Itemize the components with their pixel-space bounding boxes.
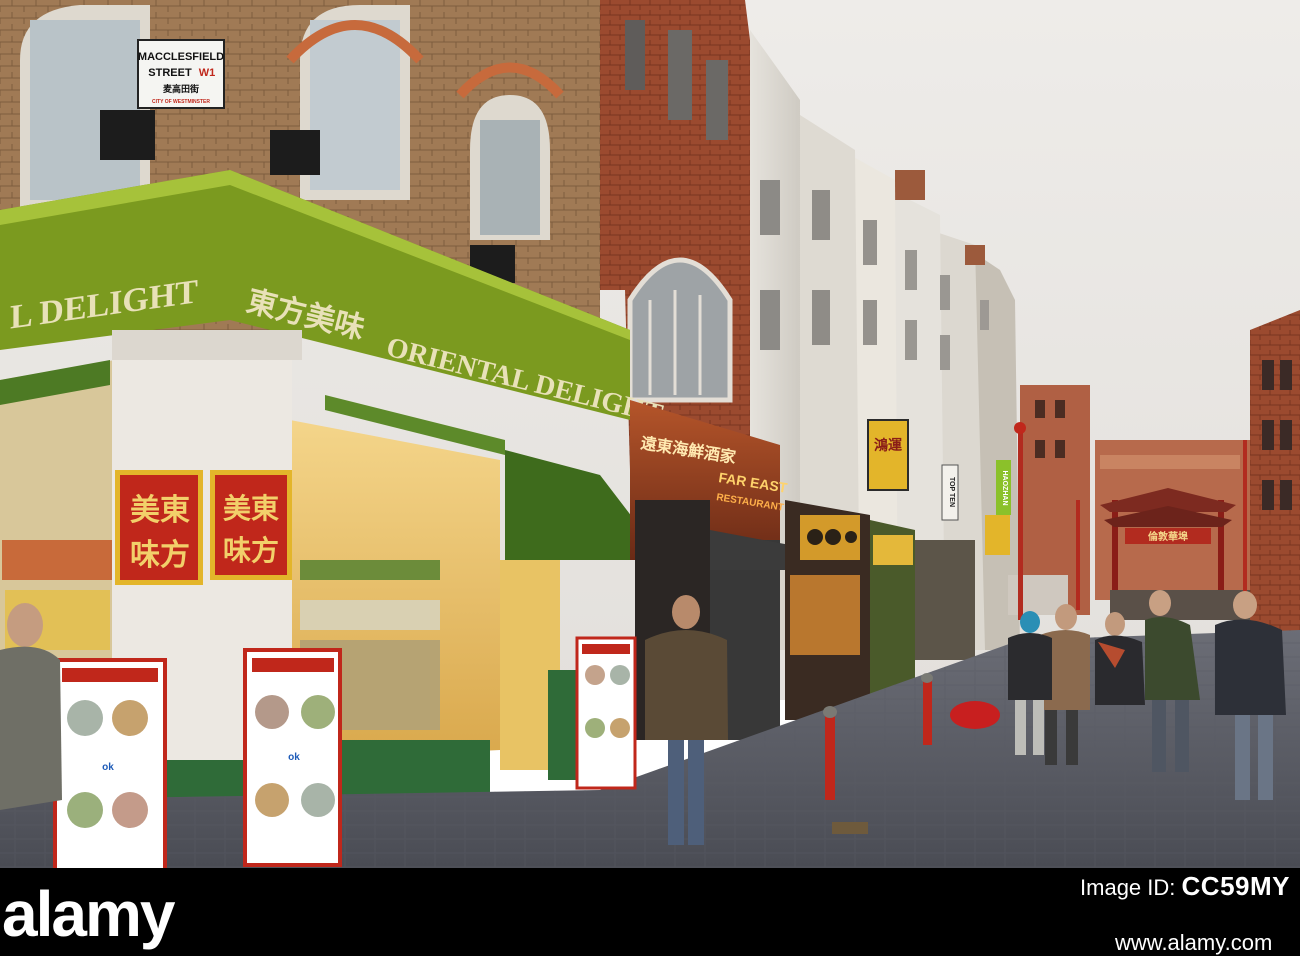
street-sign-line2: STREET bbox=[148, 67, 192, 79]
gumball-machine-3 bbox=[575, 636, 637, 790]
pillar-sign-2: 美東 味方 bbox=[210, 470, 292, 580]
red-bags bbox=[950, 701, 1000, 729]
gumball-brand-2: ok bbox=[288, 752, 300, 763]
hanging-sign-text: 鴻運 bbox=[874, 437, 903, 453]
street-sign: MACCLESFIELD STREET W1 麦高田街 CITY OF WEST… bbox=[137, 39, 225, 109]
pillar-sign-2-col1: 美東 bbox=[223, 493, 279, 524]
gumball-machine-2: ok bbox=[243, 648, 342, 867]
hanging-sign: 鴻運 bbox=[867, 419, 909, 491]
image-id-label: Image ID: bbox=[1080, 875, 1176, 900]
street-sign-line1: MACCLESFIELD bbox=[138, 51, 224, 63]
pillar-sign-1: 美東 味方 bbox=[115, 470, 203, 585]
gate-text: 倫敦華埠 bbox=[1148, 530, 1188, 543]
street-sign-chinese: 麦高田街 bbox=[163, 83, 199, 94]
street-sign-postcode: W1 bbox=[199, 67, 216, 79]
alamy-logo: alamy bbox=[2, 878, 178, 950]
drain-cover bbox=[832, 822, 868, 834]
pillar-sign-1-col2: 味方 bbox=[130, 538, 190, 572]
pillar-sign-2-col2: 味方 bbox=[223, 534, 279, 566]
vertical-sign-2-text: HAOZHAN bbox=[1001, 471, 1008, 506]
alamy-url: www.alamy.com bbox=[1115, 930, 1273, 955]
street-scene-svg: 倫敦華埠 MACCLESFIELD STREET W1 麦高田街 CITY OF… bbox=[0, 0, 1300, 868]
vertical-sign-1: TOP TEN bbox=[941, 464, 959, 521]
pillar-sign-1-col1: 美東 bbox=[130, 493, 190, 527]
vertical-sign-1-text: TOP TEN bbox=[948, 477, 955, 507]
alamy-logo-text: alamy bbox=[2, 878, 176, 950]
vertical-sign-2: HAOZHAN bbox=[996, 460, 1011, 515]
gumball-brand-1: ok bbox=[102, 762, 114, 773]
street-photo: 倫敦華埠 MACCLESFIELD STREET W1 麦高田街 CITY OF… bbox=[0, 0, 1300, 868]
gumball-machine-1: ok bbox=[53, 658, 167, 868]
image-id-value: CC59MY bbox=[1181, 871, 1290, 901]
street-sign-city: CITY OF WESTMINSTER bbox=[152, 99, 210, 105]
far-right-buildings bbox=[1250, 310, 1300, 640]
